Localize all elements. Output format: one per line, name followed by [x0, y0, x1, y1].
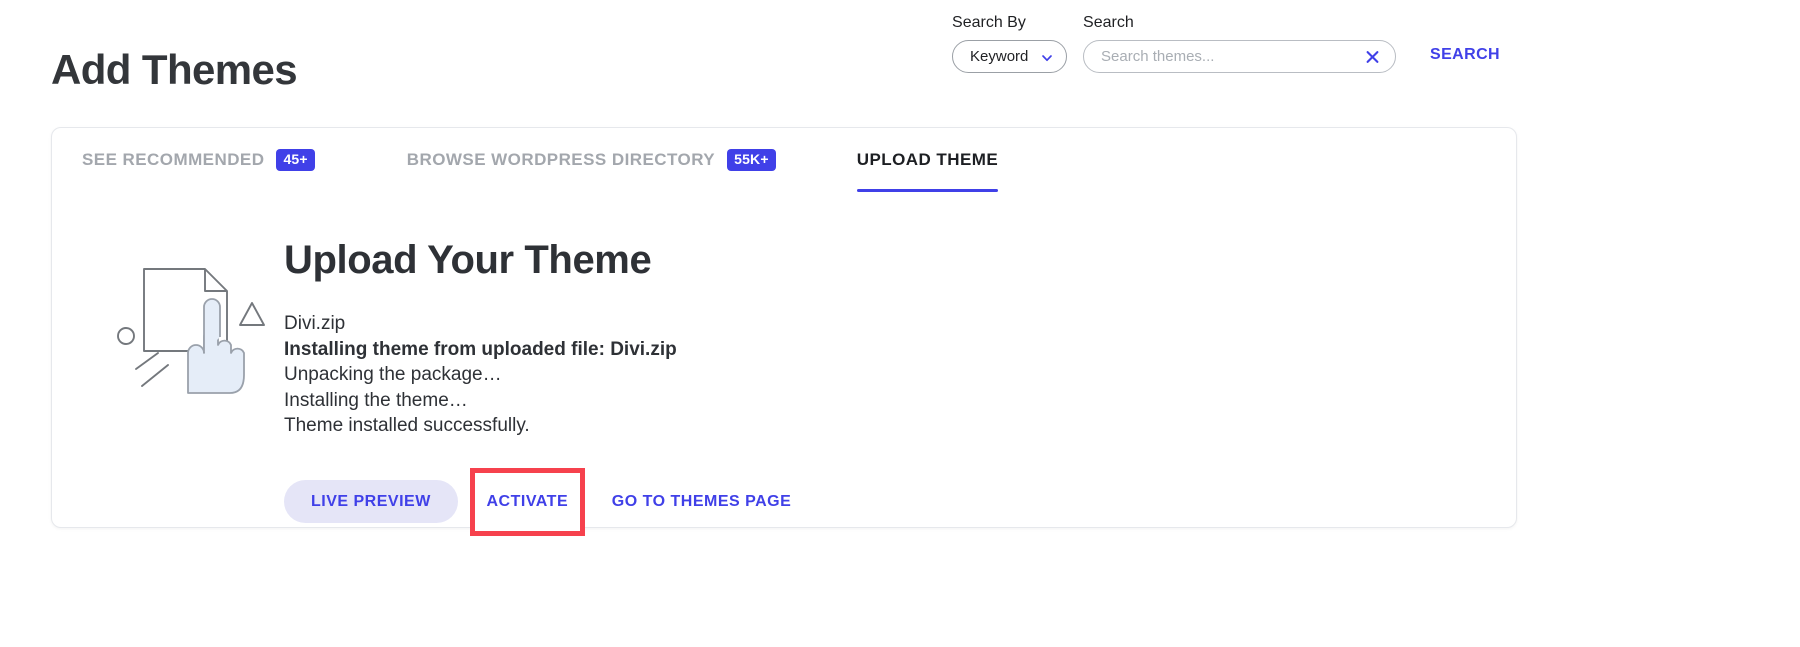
add-themes-page: Add Themes Search By Keyword Search [0, 0, 1800, 647]
live-preview-button[interactable]: LIVE PREVIEW [284, 480, 458, 523]
page-header: Add Themes Search By Keyword Search [0, 0, 1800, 118]
activate-button[interactable]: ACTIVATE [486, 493, 568, 511]
tab-browse-wordpress-directory-label: BROWSE WORDPRESS DIRECTORY [407, 150, 715, 170]
status-line-installing-from-file: Installing theme from uploaded file: Div… [284, 337, 1284, 363]
search-input[interactable] [1084, 41, 1334, 72]
document-upload-hand-icon [112, 241, 282, 401]
status-line-installing: Installing the theme… [284, 388, 1284, 414]
upload-heading: Upload Your Theme [284, 235, 1284, 285]
search-by-group: Search By Keyword [952, 13, 1067, 73]
search-button[interactable]: SEARCH [1430, 46, 1500, 64]
tab-upload-theme[interactable]: UPLOAD THEME [857, 128, 998, 191]
status-line-success: Theme installed successfully. [284, 413, 1284, 439]
themes-card: SEE RECOMMENDED 45+ BROWSE WORDPRESS DIR… [51, 127, 1517, 528]
search-by-label: Search By [952, 13, 1067, 33]
search-label: Search [1083, 13, 1396, 33]
page-title: Add Themes [51, 44, 297, 96]
status-line-filename: Divi.zip [284, 311, 1284, 337]
tab-see-recommended[interactable]: SEE RECOMMENDED 45+ [82, 128, 315, 191]
search-by-select[interactable]: Keyword [952, 40, 1067, 73]
upload-theme-content: Upload Your Theme Divi.zip Installing th… [284, 235, 1284, 536]
tab-see-recommended-label: SEE RECOMMENDED [82, 150, 264, 170]
install-status-list: Divi.zip Installing theme from uploaded … [284, 311, 1284, 439]
go-to-themes-page-link[interactable]: GO TO THEMES PAGE [612, 493, 791, 511]
tab-see-recommended-badge: 45+ [276, 149, 314, 171]
status-line-unpacking: Unpacking the package… [284, 362, 1284, 388]
close-icon[interactable] [1365, 49, 1380, 64]
chevron-down-icon [1041, 51, 1053, 63]
tab-browse-wordpress-directory-badge: 55K+ [727, 149, 776, 171]
search-group: Search [1083, 13, 1396, 73]
search-toolbar: Search By Keyword Search [952, 13, 1500, 73]
action-buttons: LIVE PREVIEW ACTIVATE GO TO THEMES PAGE [284, 468, 1284, 536]
tab-upload-theme-label: UPLOAD THEME [857, 150, 998, 170]
tab-browse-wordpress-directory[interactable]: BROWSE WORDPRESS DIRECTORY 55K+ [407, 128, 776, 191]
activate-button-highlight: ACTIVATE [470, 468, 585, 536]
search-by-value: Keyword [953, 48, 1028, 66]
search-input-wrapper [1083, 40, 1396, 73]
tab-active-underline [857, 189, 998, 192]
tab-bar: SEE RECOMMENDED 45+ BROWSE WORDPRESS DIR… [52, 128, 1516, 191]
